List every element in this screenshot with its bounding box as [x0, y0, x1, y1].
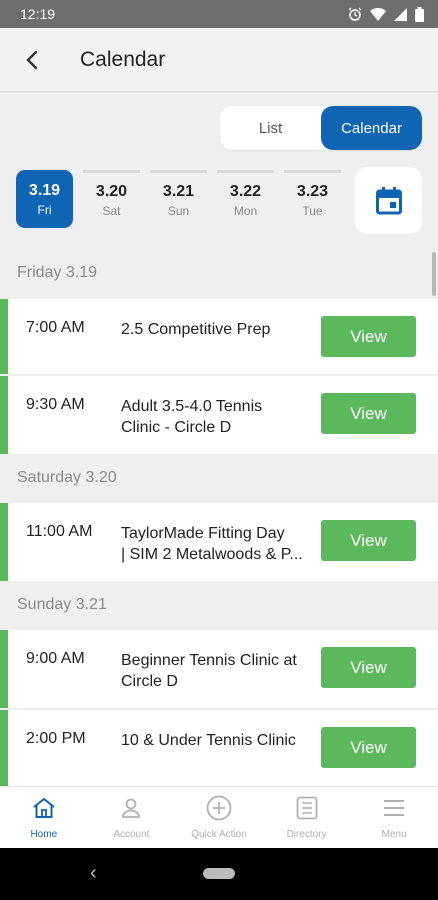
view-toggle: List Calendar [220, 106, 422, 150]
date-weekday: Fri [37, 202, 52, 217]
app-bar: Calendar [0, 28, 438, 92]
event-row[interactable]: 11:00 AM TaylorMade Fitting Day | SIM 2 … [0, 503, 438, 581]
nav-quick-action[interactable]: Quick Action [175, 787, 263, 848]
event-time: 9:00 AM [26, 650, 85, 667]
date-chip[interactable]: 3.21 Sun [150, 170, 207, 228]
system-nav-bar: ‹ [0, 848, 438, 900]
calendar-view-button[interactable]: Calendar [321, 106, 422, 150]
wifi-icon [370, 7, 386, 21]
date-number: 3.23 [296, 183, 329, 200]
nav-home[interactable]: Home [0, 787, 88, 848]
nav-label: Menu [381, 829, 407, 840]
view-button[interactable]: View [321, 647, 416, 688]
event-title-line: Adult 3.5-4.0 Tennis [121, 398, 263, 415]
battery-icon [415, 6, 424, 22]
event-title: 10 & Under Tennis Clinic [121, 730, 319, 751]
event-title-line: TaylorMade Fitting Day [121, 525, 285, 542]
event-title-line: Clinic - Circle D [121, 419, 232, 436]
plus-circle-icon [206, 795, 232, 821]
person-icon [118, 795, 144, 821]
nav-account[interactable]: Account [88, 787, 176, 848]
status-time: 12:19 [20, 6, 56, 22]
event-row[interactable]: 7:00 AM 2.5 Competitive Prep View [0, 299, 438, 374]
date-chip-selected[interactable]: 3.19 Fri [16, 170, 73, 228]
system-home-pill[interactable] [203, 868, 235, 879]
system-back-icon[interactable]: ‹ [90, 862, 97, 885]
date-number: 3.20 [95, 183, 128, 200]
date-number: 3.22 [229, 183, 262, 200]
event-title-line: | SIM 2 Metalwoods & P... [121, 546, 303, 563]
nav-label: Quick Action [191, 829, 247, 840]
event-title: Beginner Tennis Clinic at Circle D [121, 650, 319, 692]
calendar-icon [375, 186, 402, 214]
date-chip[interactable]: 3.22 Mon [217, 170, 274, 228]
event-title-line: Circle D [121, 673, 178, 690]
event-row[interactable]: 9:30 AM Adult 3.5-4.0 Tennis Clinic - Ci… [0, 376, 438, 454]
list-view-button[interactable]: List [220, 106, 321, 150]
back-button[interactable] [0, 28, 64, 92]
event-time: 7:00 AM [26, 319, 85, 336]
view-button[interactable]: View [321, 316, 416, 357]
date-weekday: Sat [102, 204, 121, 218]
section-header: Sunday 3.21 [17, 596, 107, 613]
chevron-left-icon [26, 50, 38, 69]
event-row[interactable]: 2:00 PM 10 & Under Tennis Clinic View [0, 710, 438, 786]
directory-icon [294, 795, 320, 821]
home-icon [31, 795, 57, 821]
event-title: Adult 3.5-4.0 Tennis Clinic - Circle D [121, 396, 319, 438]
nav-label: Home [30, 829, 58, 840]
date-weekday: Tue [302, 204, 323, 218]
event-title: TaylorMade Fitting Day | SIM 2 Metalwood… [121, 523, 319, 565]
bottom-nav: Home Account Quick Action Directory Menu [0, 786, 438, 848]
section-header: Friday 3.19 [17, 264, 98, 281]
event-time: 9:30 AM [26, 396, 85, 413]
date-chip[interactable]: 3.23 Tue [284, 170, 341, 228]
date-number: 3.19 [28, 181, 61, 199]
event-title: 2.5 Competitive Prep [121, 319, 319, 340]
calendar-picker-button[interactable] [355, 167, 422, 234]
event-time: 2:00 PM [26, 730, 86, 747]
status-bar: 12:19 [0, 0, 438, 28]
view-button[interactable]: View [321, 520, 416, 561]
date-strip: 3.19 Fri 3.20 Sat 3.21 Sun 3.22 Mon 3.23… [16, 170, 344, 232]
date-number: 3.21 [162, 183, 195, 200]
event-time: 11:00 AM [26, 523, 93, 540]
event-title-line: Beginner Tennis Clinic at [121, 652, 297, 669]
nav-label: Account [113, 829, 150, 840]
nav-label: Directory [286, 829, 327, 840]
event-title-line: 10 & Under Tennis Clinic [121, 732, 296, 749]
nav-menu[interactable]: Menu [350, 787, 438, 848]
menu-icon [381, 795, 407, 821]
alarm-icon [348, 7, 362, 21]
status-icons [348, 6, 424, 22]
signal-icon [394, 7, 407, 21]
event-title-line: 2.5 Competitive Prep [121, 321, 271, 338]
scrollbar[interactable] [432, 252, 436, 296]
page-title: Calendar [80, 47, 166, 71]
date-chip[interactable]: 3.20 Sat [83, 170, 140, 228]
section-header: Saturday 3.20 [17, 469, 117, 486]
event-row[interactable]: 9:00 AM Beginner Tennis Clinic at Circle… [0, 630, 438, 708]
date-weekday: Mon [233, 204, 258, 218]
view-button[interactable]: View [321, 393, 416, 434]
nav-directory[interactable]: Directory [263, 787, 351, 848]
view-button[interactable]: View [321, 727, 416, 768]
date-weekday: Sun [167, 204, 190, 218]
